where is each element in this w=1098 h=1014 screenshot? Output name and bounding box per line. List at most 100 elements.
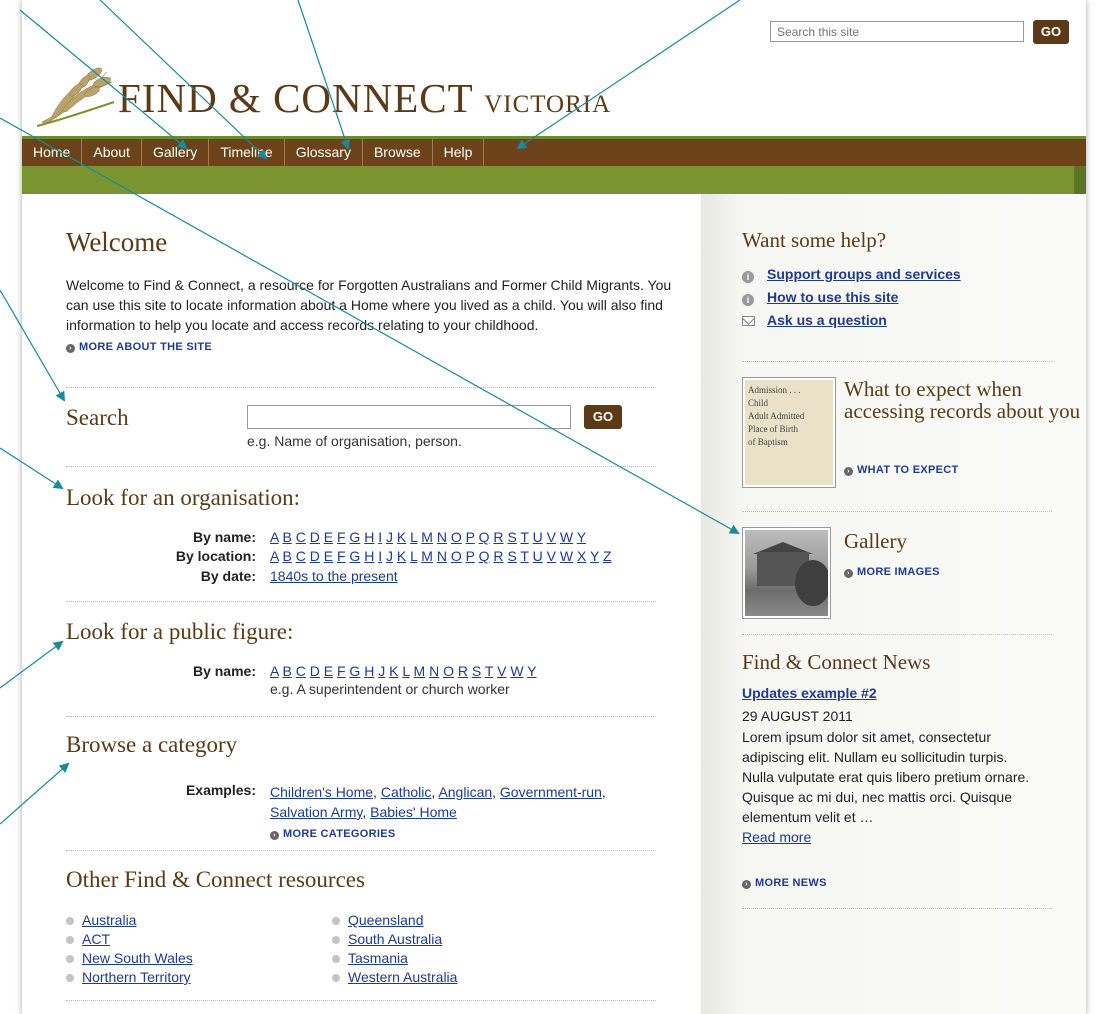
main-search-go-button[interactable]: GO <box>584 405 622 429</box>
letter-link[interactable]: K <box>397 548 406 564</box>
resource-link[interactable]: New South Wales <box>82 950 193 966</box>
letter-link[interactable]: V <box>547 548 556 564</box>
letter-link[interactable]: O <box>443 663 454 679</box>
resource-link[interactable]: Australia <box>82 912 136 928</box>
letter-link[interactable]: H <box>364 663 374 679</box>
letter-link[interactable]: G <box>349 663 360 679</box>
letter-link[interactable]: M <box>421 529 433 545</box>
letter-link[interactable]: V <box>547 529 556 545</box>
letter-link[interactable]: P <box>466 548 475 564</box>
category-link[interactable]: Catholic <box>381 784 432 800</box>
nav-home[interactable]: Home <box>22 139 83 166</box>
letter-link[interactable]: U <box>533 529 543 545</box>
resource-link[interactable]: Western Australia <box>348 969 457 985</box>
category-link[interactable]: Anglican <box>438 784 492 800</box>
letter-link[interactable]: A <box>270 529 279 545</box>
letter-link[interactable]: M <box>414 663 426 679</box>
letter-link[interactable]: H <box>364 548 374 564</box>
news-headline-link[interactable]: Updates example #2 <box>742 685 877 701</box>
letter-link[interactable]: K <box>397 529 406 545</box>
read-more-link[interactable]: Read more <box>742 829 811 845</box>
letter-link[interactable]: V <box>497 663 506 679</box>
letter-link[interactable]: F <box>337 548 346 564</box>
nav-gallery[interactable]: Gallery <box>142 139 210 166</box>
resource-link[interactable]: ACT <box>82 931 110 947</box>
category-link[interactable]: Government-run <box>500 784 602 800</box>
support-groups-link[interactable]: Support groups and services <box>767 266 961 282</box>
nav-help[interactable]: Help <box>433 139 485 166</box>
records-thumbnail[interactable]: Admission . . . Child Adult Admitted Pla… <box>742 377 836 488</box>
letter-link[interactable]: T <box>485 663 493 679</box>
letter-link[interactable]: M <box>421 548 433 564</box>
letter-link[interactable]: G <box>349 529 360 545</box>
letter-link[interactable]: J <box>386 529 393 545</box>
letter-link[interactable]: N <box>429 663 439 679</box>
nav-browse[interactable]: Browse <box>363 139 433 166</box>
category-link[interactable]: Children's Home <box>270 784 373 800</box>
more-images-link[interactable]: › MORE IMAGES <box>844 566 940 578</box>
letter-link[interactable]: Y <box>590 548 599 564</box>
letter-link[interactable]: J <box>378 663 385 679</box>
more-about-site-link[interactable]: › MORE ABOUT THE SITE <box>66 341 212 353</box>
letter-link[interactable]: Y <box>527 663 536 679</box>
letter-link[interactable]: Q <box>479 548 490 564</box>
letter-link[interactable]: S <box>507 529 516 545</box>
letter-link[interactable]: B <box>282 529 291 545</box>
letter-link[interactable]: A <box>270 548 279 564</box>
letter-link[interactable]: U <box>533 548 543 564</box>
letter-link[interactable]: C <box>296 548 306 564</box>
letter-link[interactable]: R <box>458 663 468 679</box>
letter-link[interactable]: W <box>510 663 523 679</box>
letter-link[interactable]: D <box>310 529 320 545</box>
how-to-use-link[interactable]: How to use this site <box>767 289 898 305</box>
letter-link[interactable]: D <box>310 663 320 679</box>
letter-link[interactable]: R <box>493 529 503 545</box>
letter-link[interactable]: S <box>472 663 481 679</box>
more-news-link[interactable]: › MORE NEWS <box>742 877 827 889</box>
letter-link[interactable]: E <box>324 529 333 545</box>
main-search-input[interactable] <box>247 405 571 429</box>
letter-link[interactable]: L <box>402 663 409 679</box>
org-by-date-link[interactable]: 1840s to the present <box>270 568 398 584</box>
site-search-go-button[interactable]: GO <box>1033 20 1069 44</box>
letter-link[interactable]: G <box>349 548 360 564</box>
site-search-input[interactable] <box>770 21 1024 42</box>
letter-link[interactable]: N <box>437 529 447 545</box>
resource-link[interactable]: South Australia <box>348 931 442 947</box>
resource-link[interactable]: Northern Territory <box>82 969 191 985</box>
letter-link[interactable]: S <box>507 548 516 564</box>
letter-link[interactable]: C <box>296 663 306 679</box>
letter-link[interactable]: W <box>560 529 573 545</box>
what-to-expect-link[interactable]: › WHAT TO EXPECT <box>844 464 959 476</box>
letter-link[interactable]: I <box>378 529 382 545</box>
category-link[interactable]: Salvation Army <box>270 804 362 820</box>
resource-link[interactable]: Queensland <box>348 912 424 928</box>
letter-link[interactable]: L <box>410 529 417 545</box>
letter-link[interactable]: F <box>337 529 346 545</box>
letter-link[interactable]: Q <box>479 529 490 545</box>
letter-link[interactable]: C <box>296 529 306 545</box>
resource-link[interactable]: Tasmania <box>348 950 408 966</box>
letter-link[interactable]: R <box>493 548 503 564</box>
letter-link[interactable]: E <box>324 548 333 564</box>
letter-link[interactable]: T <box>520 529 528 545</box>
letter-link[interactable]: H <box>364 529 374 545</box>
nav-about[interactable]: About <box>82 139 142 166</box>
letter-link[interactable]: A <box>270 663 279 679</box>
letter-link[interactable]: K <box>389 663 398 679</box>
letter-link[interactable]: N <box>437 548 447 564</box>
letter-link[interactable]: P <box>466 529 475 545</box>
more-categories-link[interactable]: › MORE CATEGORIES <box>270 828 395 840</box>
nav-timeline[interactable]: Timeline <box>209 139 285 166</box>
letter-link[interactable]: B <box>282 663 291 679</box>
letter-link[interactable]: D <box>310 548 320 564</box>
nav-glossary[interactable]: Glossary <box>285 139 363 166</box>
letter-link[interactable]: B <box>282 548 291 564</box>
gallery-thumbnail[interactable] <box>742 527 831 619</box>
letter-link[interactable]: W <box>560 548 573 564</box>
letter-link[interactable]: Z <box>603 548 612 564</box>
letter-link[interactable]: O <box>451 548 462 564</box>
ask-question-link[interactable]: Ask us a question <box>767 312 887 328</box>
letter-link[interactable]: E <box>324 663 333 679</box>
letter-link[interactable]: O <box>451 529 462 545</box>
